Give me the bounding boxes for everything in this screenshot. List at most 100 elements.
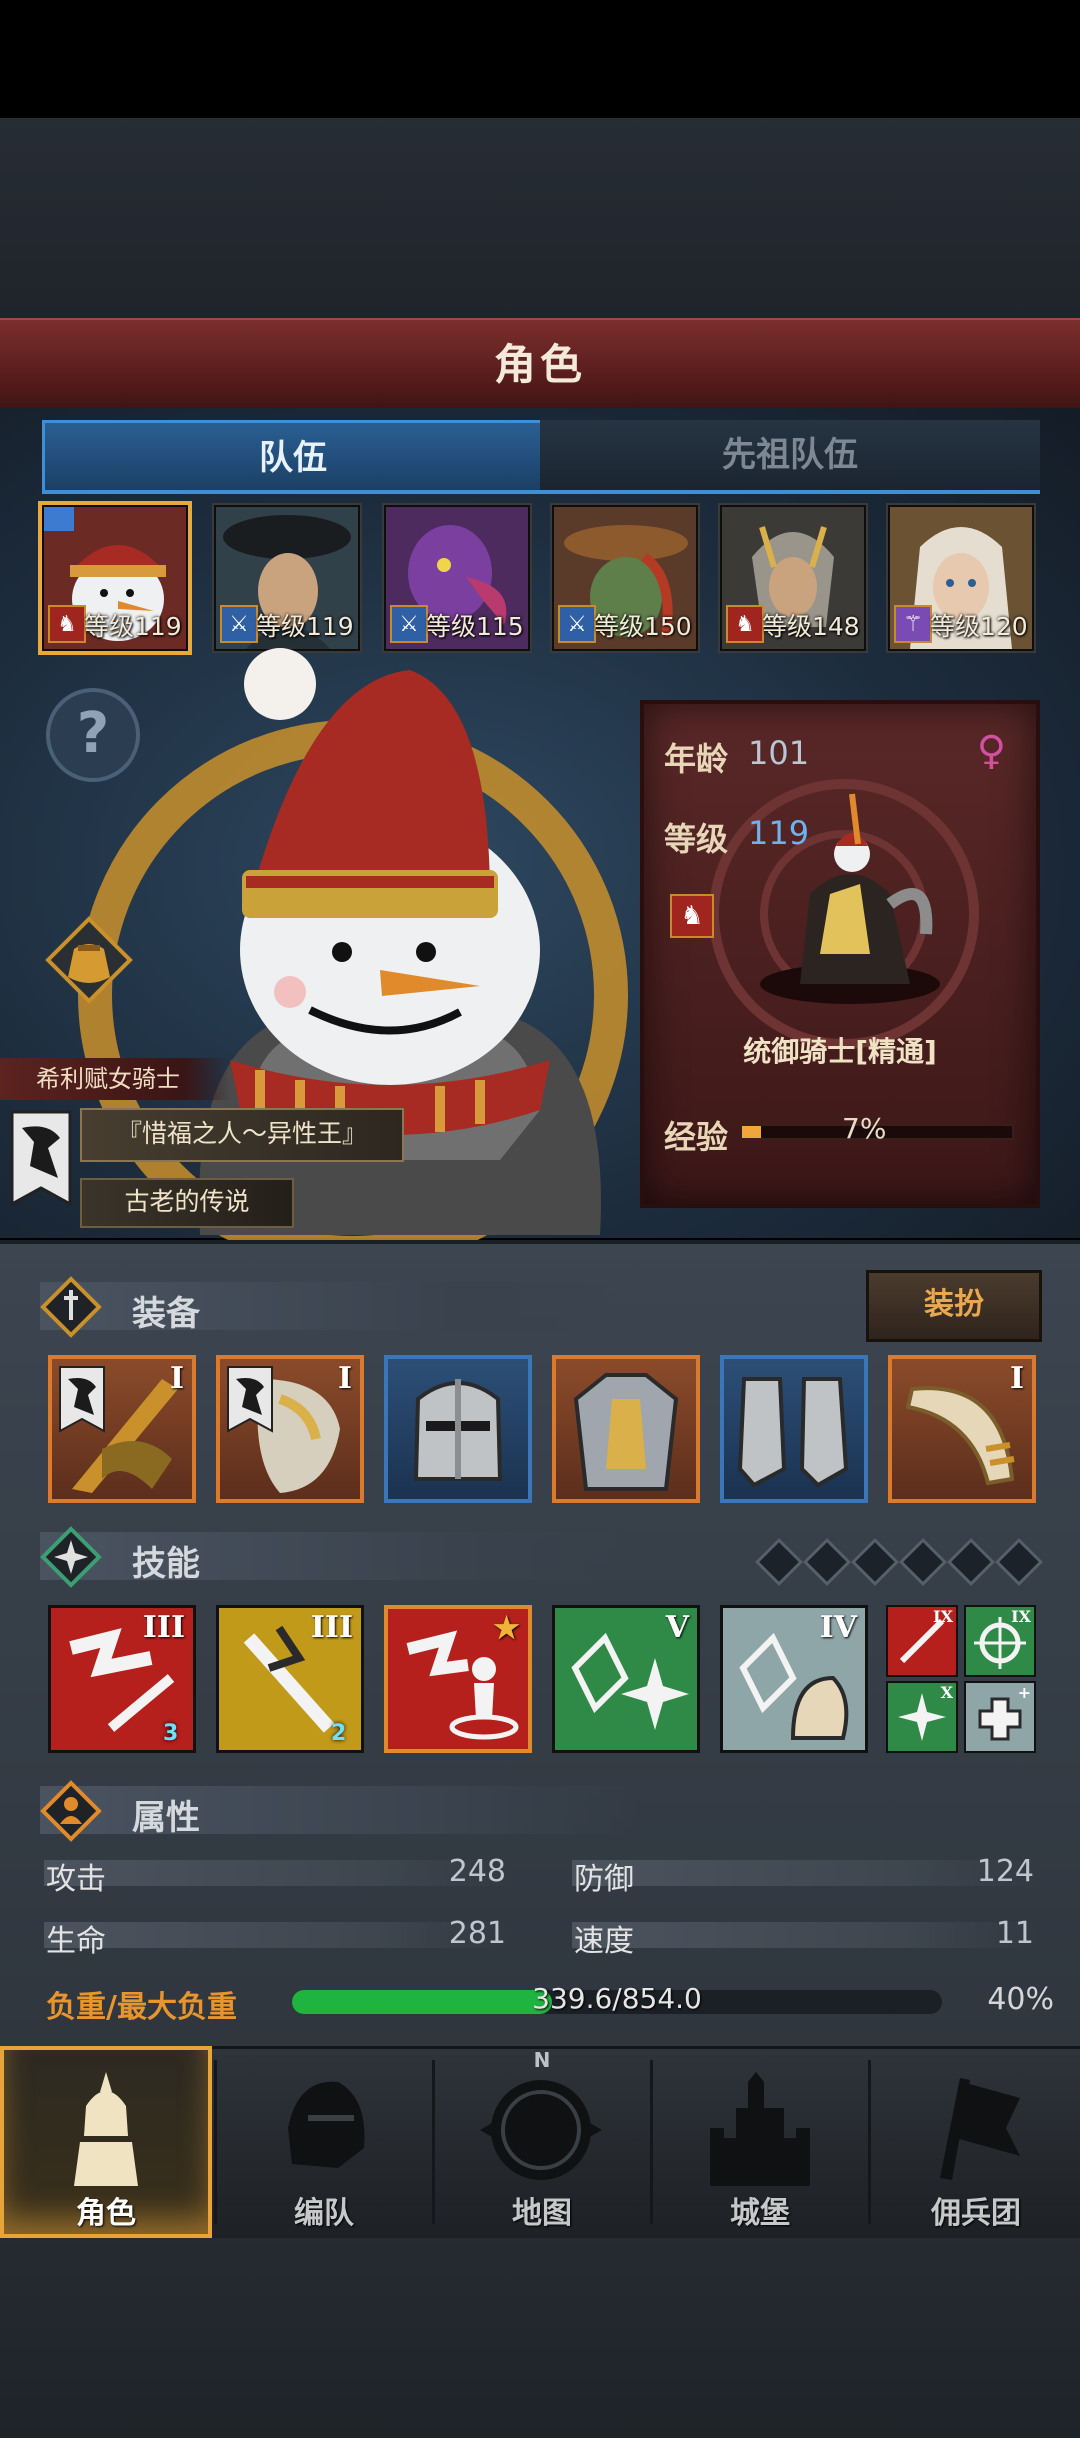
nav-map[interactable]: N 地图 [436,2046,648,2238]
horn-slot[interactable]: I [888,1355,1036,1503]
slot-tier: I [1009,1361,1024,1396]
sword-icon: ⚔ [220,605,258,643]
nav-character[interactable]: 角色 [0,2046,212,2238]
pouch-icon[interactable] [44,915,134,1005]
skill-4[interactable]: V [552,1605,700,1753]
nav-formation[interactable]: 编队 [218,2046,430,2238]
hero-legend: 古老的传说 [80,1178,294,1228]
nav-label: 佣兵团 [931,2196,1021,2231]
banner-icon [940,2078,1020,2180]
tab-ancestor-team[interactable]: 先祖队伍 [540,420,1040,490]
team-member-3[interactable]: ⚔ 等级115 [384,505,530,651]
hero-title: 『惜福之人～异性王』 [80,1108,404,1162]
passive-skill-1[interactable]: IX [886,1605,958,1677]
member-level: 等级148 [762,612,860,641]
great-helm-icon [413,1379,503,1481]
person-icon [40,1780,102,1842]
skills-header-bar [40,1532,640,1580]
staff-icon: ⚚ [894,605,932,643]
page-title: 角色 [0,318,1080,413]
nav-divider [650,2060,653,2224]
passive-skill-2[interactable]: IX [964,1605,1036,1677]
skill-5[interactable]: IV [720,1605,868,1753]
bottom-area [0,2238,1080,2438]
skill-tier: IV [819,1610,857,1645]
knight-icon [74,2072,138,2186]
hero-class-name: 希利赋女骑士 [0,1058,230,1100]
team-member-1[interactable]: ♞ 等级119 [42,505,188,651]
status-bar-area [0,0,1080,118]
dagger-icon [40,1276,102,1338]
skill-2[interactable]: III 2 [216,1605,364,1753]
tab-underline [42,490,1040,494]
speed-label: 速度 [574,1924,634,1959]
mini-tier: X [940,1683,953,1702]
skill-count: 3 [163,1721,179,1746]
passive-skill-3[interactable]: X [886,1681,958,1753]
equipment-label: 装备 [132,1294,200,1334]
banner-icon [227,1366,273,1433]
team-member-6[interactable]: ⚚ 等级120 [888,505,1034,651]
team-member-2[interactable]: ⚔ 等级119 [214,505,360,651]
horse-icon: ♞ [726,605,764,643]
helmet-slot[interactable] [384,1355,532,1503]
offhand-slot[interactable]: I [216,1355,364,1503]
team-member-4[interactable]: ⚔ 等级150 [552,505,698,651]
slot-tier: I [337,1361,352,1396]
helmet-icon [288,2081,365,2168]
hp-value: 281 [448,1916,506,1951]
unit-class-name: 统御骑士[精通] [743,1035,937,1068]
mini-tier: IX [933,1607,953,1626]
compass-icon [480,2080,602,2180]
nav-label: 地图 [512,2196,572,2231]
weight-percent: 40% [987,1982,1054,2017]
female-icon: ♀ [976,728,1006,774]
nav-label: 角色 [76,2196,136,2231]
sword-icon: ⚔ [558,605,596,643]
attributes-label: 属性 [132,1798,200,1838]
member-level: 等级120 [930,612,1028,641]
skill-count: 2 [331,1721,347,1746]
speed-value: 11 [995,1916,1034,1951]
defense-value: 124 [976,1854,1034,1889]
skill-3[interactable]: ★ [384,1605,532,1753]
level-value: 119 [748,814,810,852]
defense-label: 防御 [574,1862,634,1897]
iron-boots-icon [737,1377,849,1488]
castle-icon [710,2072,810,2186]
passive-skill-4[interactable]: + [964,1681,1036,1753]
weight-label: 负重/最大负重 [46,1990,237,2025]
horse-icon: ♞ [48,605,86,643]
nav-divider [214,2060,217,2224]
banner-icon [59,1366,105,1433]
tab-team[interactable]: 队伍 [42,420,544,493]
boots-slot[interactable] [720,1355,868,1503]
weapon-slot[interactable]: I [48,1355,196,1503]
star-icon: ★ [493,1611,520,1646]
armor-slot[interactable] [552,1355,700,1503]
member-level: 等级119 [84,612,182,641]
skill-tier: III [310,1610,353,1645]
equipment-header-bar [40,1282,640,1330]
nav-castle[interactable]: 城堡 [654,2046,866,2238]
mini-tier: IX [1011,1607,1031,1626]
attack-label: 攻击 [46,1862,106,1897]
attributes-header-bar [40,1786,640,1834]
nav-mercenary[interactable]: 佣兵团 [870,2046,1080,2238]
team-member-5[interactable]: ♞ 等级148 [720,505,866,651]
member-level: 等级119 [256,612,354,641]
attack-value: 248 [448,1854,506,1889]
exp-label: 经验 [664,1118,729,1156]
faction-banner-icon [10,1110,72,1207]
help-button[interactable]: ? [46,688,140,782]
nav-divider [432,2060,435,2224]
star-burst-icon [40,1526,102,1588]
compass-north-label: N [533,2048,551,2072]
plate-armor-icon [573,1373,679,1491]
sword-icon: ⚔ [390,605,428,643]
skills-label: 技能 [132,1544,200,1584]
dress-up-button[interactable]: 装扮 [866,1270,1042,1342]
skill-1[interactable]: III 3 [48,1605,196,1753]
weight-value: 339.6/854.0 [532,1982,702,2015]
top-background [0,118,1080,318]
